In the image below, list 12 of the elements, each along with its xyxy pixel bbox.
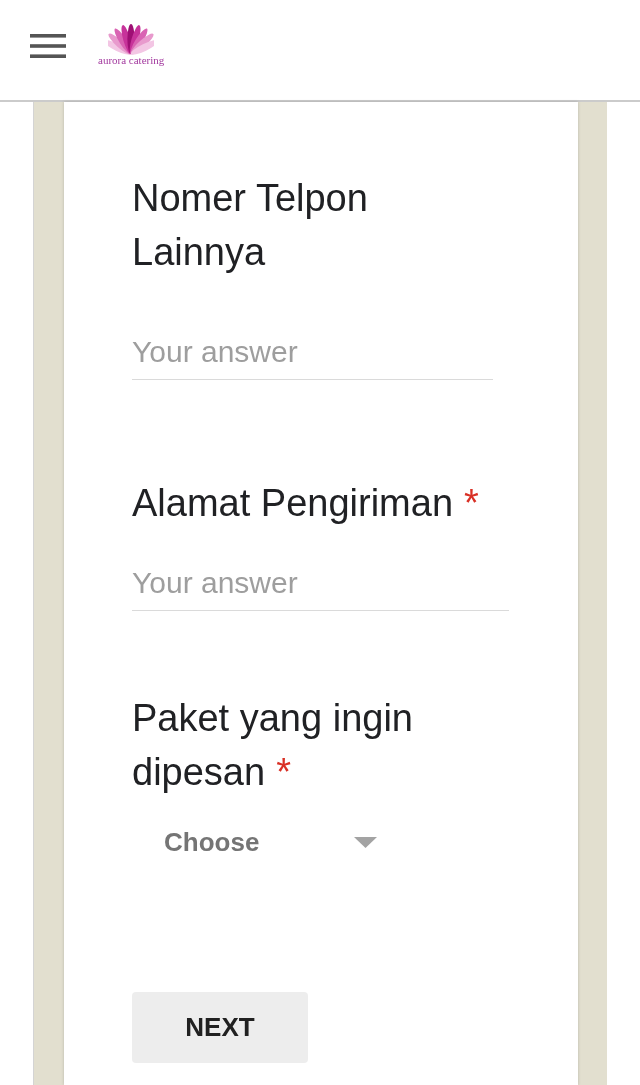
answer-field[interactable]: Your answer [132, 324, 493, 380]
caret-icon [354, 836, 377, 848]
answer-field[interactable]: Your answer [132, 555, 509, 611]
next-button[interactable]: NEXT [132, 992, 308, 1063]
package-dropdown[interactable]: Choose [132, 818, 394, 866]
logo-text: aurora catering [98, 54, 165, 67]
menu-button[interactable] [30, 34, 66, 58]
question-title: Alamat Pengiriman * [132, 481, 480, 526]
question-title: Paket yang ingin dipesan * [132, 696, 414, 795]
question-title: Nomer Telpon Lainnya [132, 176, 369, 275]
flower-logo-icon [108, 21, 155, 55]
menu-icon [30, 34, 66, 58]
